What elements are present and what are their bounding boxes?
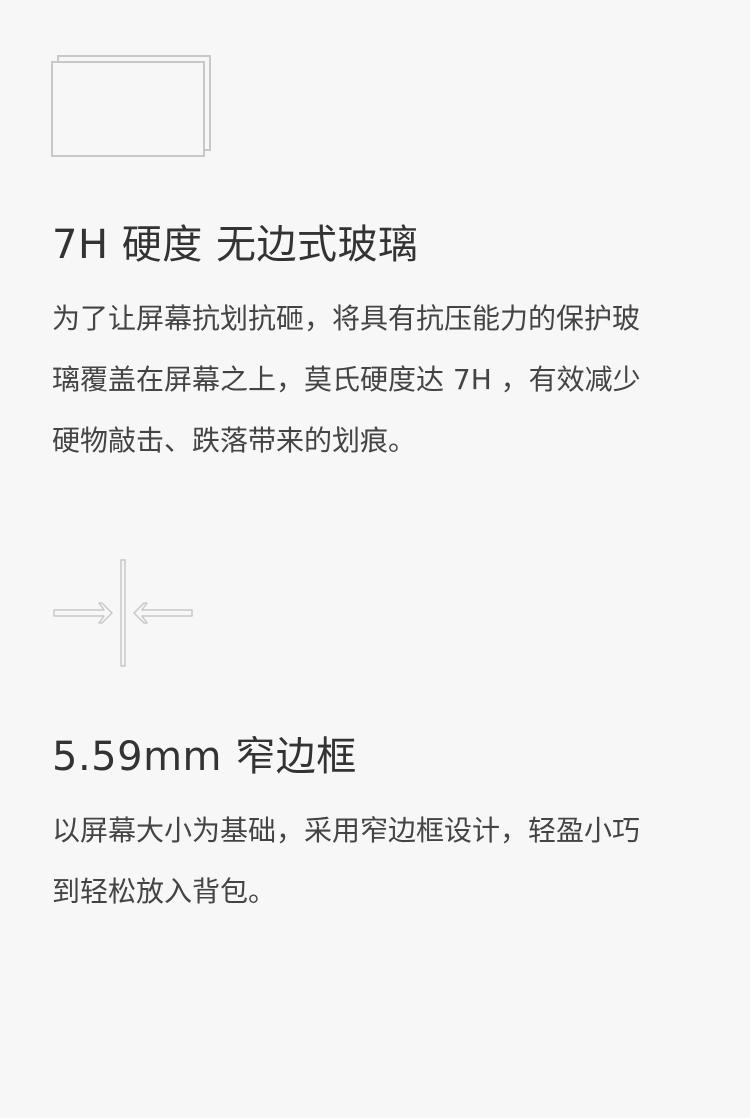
description-line: 璃覆盖在屏幕之上，莫氏硬度达 7H ，有效减少 — [52, 363, 641, 396]
feature-title: 5.59mm 窄边框 — [52, 734, 357, 780]
description-line: 到轻松放入背包。 — [52, 875, 277, 908]
description-line: 硬物敲击、跌落带来的划痕。 — [52, 424, 417, 457]
feature-description: 为了让屏幕抗划抗砸，将具有抗压能力的保护玻 璃覆盖在屏幕之上，莫氏硬度达 7H … — [52, 288, 712, 471]
narrow-bezel-arrows-icon — [53, 559, 193, 667]
glass-sheet-icon — [51, 55, 211, 157]
feature-description: 以屏幕大小为基础，采用窄边框设计，轻盈小巧 到轻松放入背包。 — [52, 800, 712, 922]
description-line: 以屏幕大小为基础，采用窄边框设计，轻盈小巧 — [52, 814, 641, 847]
description-line: 为了让屏幕抗划抗砸，将具有抗压能力的保护玻 — [52, 302, 641, 335]
feature-title: 7H 硬度 无边式玻璃 — [52, 222, 419, 268]
